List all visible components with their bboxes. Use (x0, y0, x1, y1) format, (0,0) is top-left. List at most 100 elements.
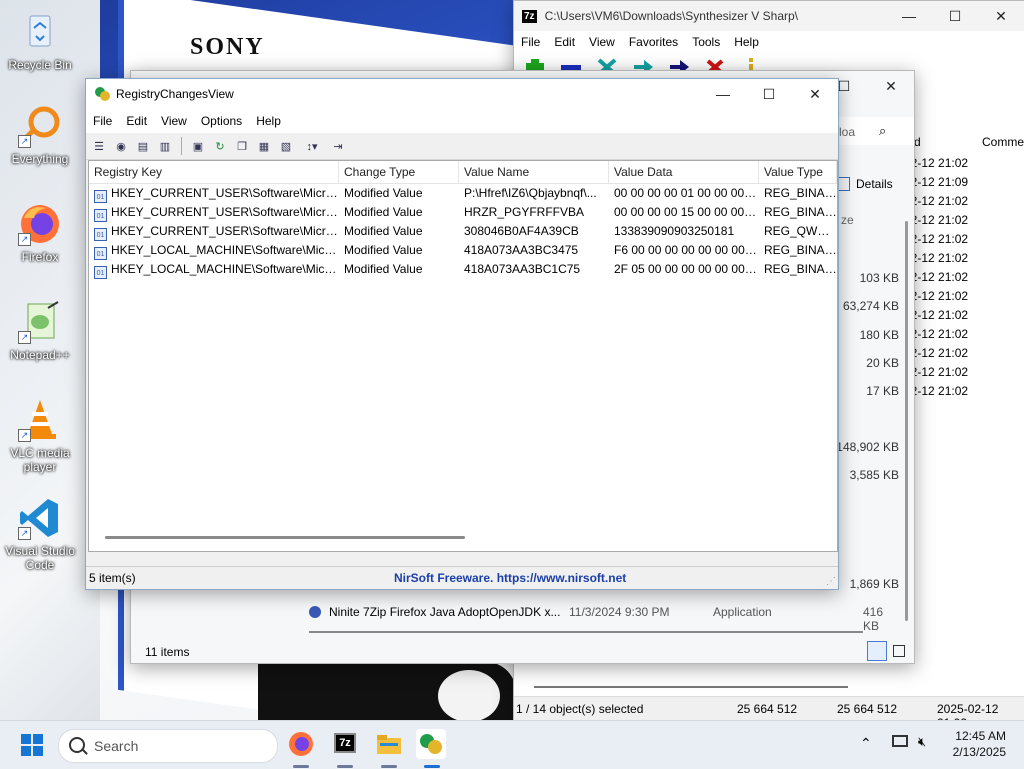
cell-registry-key: HKEY_CURRENT_USER\Software\Microso... (111, 224, 339, 238)
refresh-icon[interactable]: ↻ (211, 138, 229, 154)
list-item[interactable]: 3,585 KB (850, 468, 899, 482)
sevenzip-titlebar[interactable]: 7z C:\Users\VM6\Downloads\Synthesizer V … (514, 1, 1024, 31)
snapshot-icon[interactable]: ◉ (112, 138, 130, 154)
taskbar-search[interactable]: Search (58, 729, 278, 763)
sort-icon[interactable]: ↕▾ (299, 138, 325, 154)
html-report-icon[interactable]: ▧ (277, 138, 295, 154)
explorer-search-box[interactable]: loa ⌕ (831, 117, 914, 145)
properties-icon[interactable]: ▦ (255, 138, 273, 154)
size-column-header[interactable]: ze (841, 213, 854, 227)
column-value-data[interactable]: Value Data (609, 161, 759, 183)
firefox-icon (289, 732, 313, 756)
sevenzip-header-date[interactable]: d (914, 135, 921, 149)
desktop-icon-everything[interactable]: ↗ Everything (2, 104, 78, 166)
refresh-snapshot-icon[interactable]: ▥ (156, 138, 174, 154)
maximize-button[interactable]: ☐ (746, 79, 792, 109)
nirsoft-link[interactable]: NirSoft Freeware. https://www.nirsoft.ne… (394, 571, 626, 585)
desktop-icon-firefox[interactable]: ↗ Firefox (2, 202, 78, 264)
menu-view[interactable]: View (582, 35, 622, 49)
menu-tools[interactable]: Tools (685, 35, 727, 49)
search-input[interactable]: Search (94, 738, 138, 754)
table-row[interactable]: 01 HKEY_LOCAL_MACHINE\Software\Micro... M… (89, 241, 837, 260)
list-item[interactable]: 02-12 21:02 (904, 325, 1024, 344)
show-hidden-icons-button[interactable]: ⌃ (860, 735, 872, 752)
registry-hscrollbar[interactable] (105, 536, 465, 539)
list-item[interactable]: 02-12 21:02 (904, 230, 1024, 249)
list-item[interactable]: 02-12 21:02 (904, 363, 1024, 382)
taskbar-clock[interactable]: 12:45 AM 2/13/2025 (953, 728, 1006, 760)
close-button[interactable]: ✕ (868, 71, 914, 101)
table-row[interactable]: Ninite 7Zip Firefox Java AdoptOpenJDK x.… (291, 603, 901, 633)
sevenzip-hscrollbar[interactable] (534, 686, 848, 688)
volume-muted-icon[interactable]: 🔇︎ (918, 734, 926, 750)
list-item[interactable]: 02-12 21:02 (904, 287, 1024, 306)
menu-view[interactable]: View (154, 114, 194, 128)
menu-file[interactable]: File (86, 114, 119, 128)
details-view-toggle[interactable] (867, 641, 887, 661)
cell-value-data: 00 00 00 00 15 00 00 00 4... (614, 205, 759, 219)
list-item[interactable]: 17 KB (866, 384, 899, 398)
tiles-view-toggle[interactable] (893, 645, 905, 657)
save-icon[interactable]: ▣ (189, 138, 207, 154)
list-item[interactable]: 02-12 21:09 (904, 173, 1024, 192)
list-item[interactable]: 02-12 21:02 (904, 154, 1024, 173)
table-row[interactable]: 01 HKEY_CURRENT_USER\Software\Microso... … (89, 184, 837, 203)
resize-grip-icon[interactable]: ⋰ (826, 576, 836, 587)
list-item[interactable]: 02-12 21:02 (904, 249, 1024, 268)
list-item[interactable]: 63,274 KB (843, 299, 899, 313)
minimize-button[interactable]: — (886, 1, 932, 31)
taskbar-registry-changes-view[interactable] (416, 729, 446, 759)
desktop-icon-vlc[interactable]: ↗ VLC media player (2, 398, 78, 474)
list-item[interactable]: 103 KB (860, 271, 899, 285)
desktop-icon-recycle-bin[interactable]: Recycle Bin (2, 10, 78, 72)
table-row[interactable]: 01 HKEY_CURRENT_USER\Software\Microso... … (89, 222, 837, 241)
registry-changes-view-icon (420, 734, 442, 754)
details-view-button[interactable]: Details (838, 169, 902, 199)
list-item[interactable]: 02-12 21:02 (904, 268, 1024, 287)
taskbar-firefox[interactable] (286, 729, 316, 759)
sevenzip-header-comment[interactable]: Comme (982, 135, 1024, 149)
registry-titlebar[interactable]: RegistryChangesView — ☐ ✕ (86, 79, 838, 109)
list-item[interactable]: 02-12 21:02 (904, 192, 1024, 211)
column-change-type[interactable]: Change Type (339, 161, 459, 183)
list-item[interactable]: 1,869 KB (850, 577, 899, 591)
menu-help[interactable]: Help (727, 35, 766, 49)
list-item[interactable]: 20 KB (866, 356, 899, 370)
list-item[interactable]: 180 KB (860, 328, 899, 342)
list-item[interactable]: 02-12 21:02 (904, 344, 1024, 363)
column-value-name[interactable]: Value Name (459, 161, 609, 183)
explorer-vscrollbar[interactable] (905, 221, 908, 621)
list-item[interactable]: 02-12 21:02 (904, 211, 1024, 230)
menu-edit[interactable]: Edit (547, 35, 582, 49)
taskbar-7zip[interactable]: 7z (330, 729, 360, 759)
menu-file[interactable]: File (514, 35, 547, 49)
menu-help[interactable]: Help (249, 114, 288, 128)
desktop-icon-vscode[interactable]: ↗ Visual Studio Code (2, 496, 78, 572)
close-button[interactable]: ✕ (978, 1, 1024, 31)
taskbar-file-explorer[interactable] (374, 729, 404, 759)
copy-icon[interactable]: ❐ (233, 138, 251, 154)
file-type: Application (713, 605, 772, 619)
table-row[interactable]: 01 HKEY_CURRENT_USER\Software\Microso... … (89, 203, 837, 222)
explorer-hscrollbar[interactable] (309, 631, 863, 633)
column-value-type[interactable]: Value Type (759, 161, 837, 183)
desktop-icon-notepadpp[interactable]: ↗ Notepad++ (2, 300, 78, 362)
list-item[interactable]: 02-12 21:02 (904, 382, 1024, 401)
menu-favorites[interactable]: Favorites (622, 35, 685, 49)
list-item[interactable]: 148,902 KB (836, 440, 899, 454)
close-button[interactable]: ✕ (792, 79, 838, 109)
status-packed: 25 664 512 (837, 702, 898, 716)
menu-options[interactable]: Options (194, 114, 249, 128)
list-item[interactable]: 02-12 21:02 (904, 306, 1024, 325)
column-registry-key[interactable]: Registry Key (89, 161, 339, 183)
search-input[interactable]: loa (839, 125, 855, 139)
table-row[interactable]: 01 HKEY_LOCAL_MACHINE\Software\Micro... M… (89, 260, 837, 279)
network-icon[interactable] (892, 735, 908, 747)
compare-icon[interactable]: ▤ (134, 138, 152, 154)
minimize-button[interactable]: — (700, 79, 746, 109)
options-icon[interactable]: ☰ (90, 138, 108, 154)
start-button[interactable] (20, 733, 44, 757)
exit-icon[interactable]: ⇥ (329, 138, 347, 154)
menu-edit[interactable]: Edit (119, 114, 154, 128)
maximize-button[interactable]: ☐ (932, 1, 978, 31)
